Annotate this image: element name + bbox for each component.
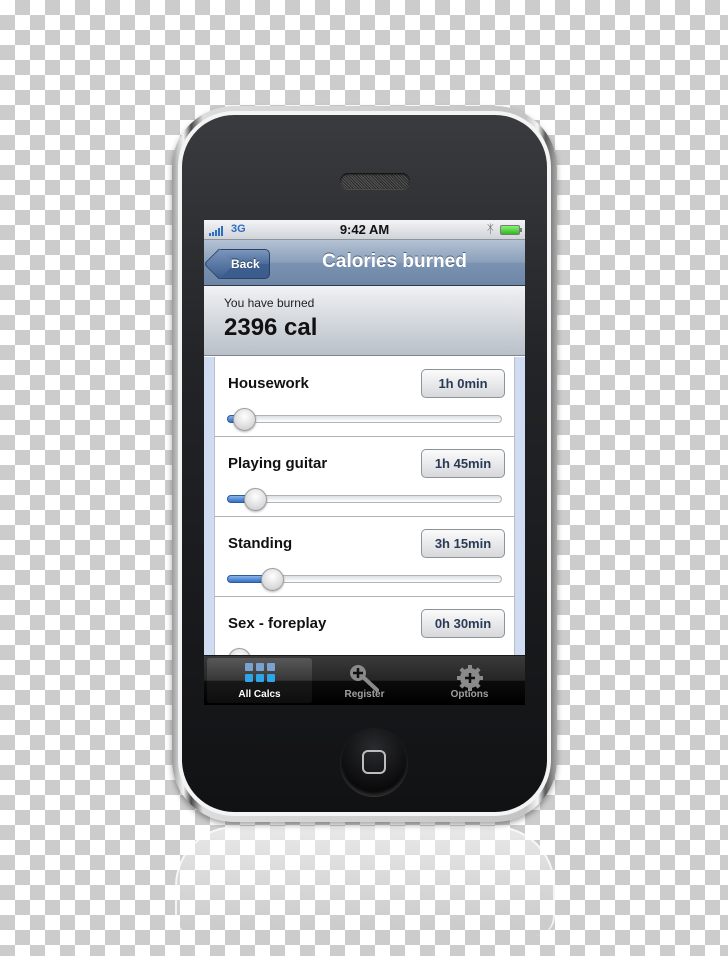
- tab-label: Options: [450, 689, 489, 700]
- slider-thumb[interactable]: [244, 488, 268, 511]
- phone-reflection: [175, 826, 555, 936]
- home-button[interactable]: [340, 728, 408, 796]
- tab-bar: All Calcs Register Options: [204, 655, 525, 705]
- activity-row: Playing guitar 1h 45min: [215, 437, 514, 517]
- slider-thumb[interactable]: [260, 568, 284, 591]
- bluetooth-icon: ᛡ: [486, 222, 494, 236]
- activity-list-container: Housework 1h 0min Playing guitar 1h 45mi…: [204, 357, 525, 655]
- tab-all-calcs[interactable]: All Calcs: [207, 658, 312, 703]
- duration-button[interactable]: 1h 0min: [421, 369, 505, 398]
- duration-button[interactable]: 0h 30min: [421, 609, 505, 638]
- summary-label: You have burned: [224, 296, 315, 310]
- navigation-bar: Back Calories burned: [204, 240, 525, 286]
- activity-label: Standing: [228, 535, 293, 552]
- status-time: 9:42 AM: [339, 222, 390, 237]
- activity-row: Housework 1h 0min: [215, 357, 514, 437]
- slider-thumb[interactable]: [227, 648, 251, 655]
- back-button[interactable]: Back: [216, 249, 270, 279]
- duration-button[interactable]: 1h 45min: [421, 449, 505, 478]
- tab-options[interactable]: Options: [417, 658, 522, 703]
- earpiece-speaker: [340, 173, 410, 189]
- duration-slider[interactable]: [227, 408, 502, 431]
- activity-row: Standing 3h 15min: [215, 517, 514, 597]
- activity-row: Sex - foreplay 0h 30min: [215, 597, 514, 655]
- slider-thumb[interactable]: [233, 408, 257, 431]
- grid-icon: [244, 663, 275, 682]
- tab-label: Register: [344, 689, 385, 700]
- calories-summary: You have burned 2396 cal: [204, 286, 525, 356]
- duration-slider[interactable]: [227, 568, 502, 591]
- calories-total: 2396 cal: [224, 314, 318, 341]
- activity-label: Housework: [228, 375, 309, 392]
- status-bar: 3G 9:42 AM ᛡ: [204, 220, 525, 240]
- battery-icon: [500, 225, 522, 235]
- activity-label: Playing guitar: [228, 455, 328, 472]
- back-button-label: Back: [231, 257, 260, 271]
- activity-list[interactable]: Housework 1h 0min Playing guitar 1h 45mi…: [214, 357, 515, 655]
- tab-register[interactable]: Register: [312, 658, 417, 703]
- home-square-icon: [362, 750, 386, 774]
- page-title: Calories burned: [322, 251, 467, 272]
- tab-label: All Calcs: [238, 689, 281, 700]
- activity-label: Sex - foreplay: [228, 615, 327, 632]
- duration-button[interactable]: 3h 15min: [421, 529, 505, 558]
- duration-slider[interactable]: [227, 488, 502, 511]
- app-screen: 3G 9:42 AM ᛡ Back Calories burned You ha…: [204, 220, 525, 705]
